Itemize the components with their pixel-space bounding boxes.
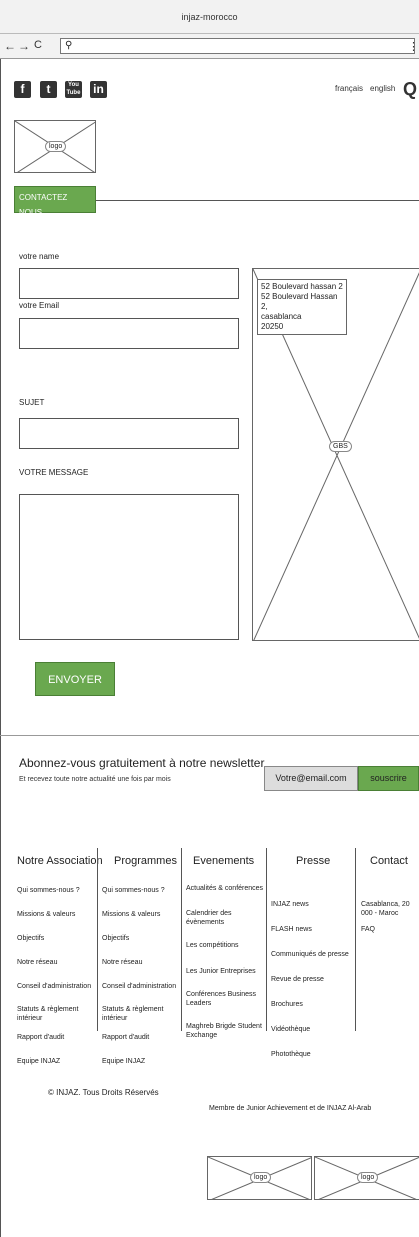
logo-label: logo bbox=[357, 1172, 379, 1183]
newsletter-title: Abonnez-vous gratuitement à notre newsle… bbox=[19, 756, 265, 770]
subject-label: SUJET bbox=[19, 398, 45, 407]
footer-col-title: Contact bbox=[370, 855, 408, 867]
subject-field[interactable] bbox=[19, 418, 239, 449]
tab-contact[interactable]: CONTACTEZ NOUS bbox=[14, 186, 96, 217]
footer-link[interactable]: Notre réseau bbox=[17, 958, 95, 967]
footer-link[interactable]: FLASH news bbox=[271, 925, 355, 934]
newsletter-email-input[interactable]: Votre@email.com bbox=[264, 766, 358, 791]
footer-col-title: Notre Association bbox=[17, 855, 103, 867]
footer-divider bbox=[355, 848, 356, 1031]
map-label: GBS bbox=[329, 441, 352, 452]
address-line: casablanca bbox=[261, 312, 302, 321]
footer-divider bbox=[97, 848, 98, 1031]
linkedin-icon[interactable]: in bbox=[90, 81, 107, 98]
send-button[interactable]: ENVOYER bbox=[35, 662, 115, 696]
footer-link[interactable]: Vidéothèque bbox=[271, 1025, 355, 1034]
footer-link[interactable]: INJAZ news bbox=[271, 900, 355, 909]
footer-col-title: Presse bbox=[296, 855, 331, 867]
footer-col-title: Programmes bbox=[114, 855, 177, 867]
footer-link[interactable]: Les Junior Entreprises bbox=[186, 967, 266, 976]
footer-link[interactable]: Equipe INJAZ bbox=[17, 1057, 95, 1066]
back-button[interactable]: ← bbox=[4, 39, 16, 53]
logo-label: logo bbox=[45, 141, 67, 152]
footer-divider bbox=[181, 848, 182, 1031]
footer-link[interactable]: Rapport d'audit bbox=[17, 1033, 95, 1042]
address-line: 52 Boulevard Hassan 2, bbox=[261, 292, 338, 311]
footer-link[interactable]: Actualités & conférences bbox=[186, 884, 266, 893]
lang-english-link[interactable]: english bbox=[370, 84, 395, 93]
divider bbox=[0, 735, 419, 736]
address-line: 20250 bbox=[261, 322, 284, 331]
address-bar[interactable]: ⚲ bbox=[60, 38, 415, 54]
footer-link[interactable]: Missions & valeurs bbox=[17, 910, 95, 919]
browser-navbar: ← → C ⚲ ⋮ bbox=[0, 34, 419, 59]
footer-link[interactable]: Conseil d'administration bbox=[17, 982, 95, 991]
footer-link[interactable]: Brochures bbox=[271, 1000, 355, 1009]
footer-link[interactable]: Equipe INJAZ bbox=[102, 1057, 180, 1066]
reload-button[interactable]: C bbox=[34, 39, 42, 51]
menu-handle-icon[interactable]: ⋮ bbox=[408, 40, 419, 53]
footer-link[interactable]: Calendrier des évènements bbox=[186, 909, 266, 927]
footer-link[interactable]: Les compétitions bbox=[186, 941, 266, 950]
footer-link[interactable]: Photothèque bbox=[271, 1050, 355, 1059]
name-field[interactable] bbox=[19, 268, 239, 299]
subscribe-button[interactable]: souscrire bbox=[358, 766, 419, 791]
name-label: votre name bbox=[19, 252, 60, 261]
footer-link[interactable]: Qui sommes-nous ? bbox=[102, 886, 180, 895]
footer-link[interactable]: Rapport d'audit bbox=[102, 1033, 180, 1042]
footer-link[interactable]: Revue de presse bbox=[271, 975, 355, 984]
footer-contact-address: Casablanca, 20 000 - Maroc bbox=[361, 901, 410, 917]
copyright: © INJAZ. Tous Droits Réservés bbox=[48, 1088, 159, 1097]
forward-button[interactable]: → bbox=[18, 39, 30, 53]
partner-logo[interactable]: logo bbox=[207, 1156, 312, 1200]
email-field[interactable] bbox=[19, 318, 239, 349]
footer-col-title: Evenements bbox=[193, 855, 255, 867]
search-icon: ⚲ bbox=[65, 40, 73, 51]
footer-link[interactable]: Objectifs bbox=[102, 934, 180, 943]
footer-link[interactable]: Conseil d'administration bbox=[102, 982, 180, 991]
membership-text: Membre de Junior Achievement et de INJAZ… bbox=[209, 1105, 372, 1112]
window-title: injaz-morocco bbox=[0, 0, 419, 34]
footer-link[interactable]: Communiqués de presse bbox=[271, 950, 355, 959]
search-icon[interactable]: Q bbox=[403, 79, 417, 100]
message-field[interactable] bbox=[19, 494, 239, 640]
email-label: votre Email bbox=[19, 301, 60, 310]
facebook-icon[interactable]: f bbox=[14, 81, 31, 98]
message-label: VOTRE MESSAGE bbox=[19, 468, 89, 477]
newsletter-subtitle: Et recevez toute notre actualité une foi… bbox=[19, 776, 171, 783]
footer-divider bbox=[266, 848, 267, 1031]
footer-link[interactable]: Objectifs bbox=[17, 934, 95, 943]
map-address: 52 Boulevard hassan 2 52 Boulevard Hassa… bbox=[257, 279, 347, 335]
logo-label: logo bbox=[250, 1172, 272, 1183]
footer-link[interactable]: Statuts & règlement intérieur bbox=[102, 1005, 180, 1023]
footer-link[interactable]: Notre réseau bbox=[102, 958, 180, 967]
twitter-icon[interactable]: t bbox=[40, 81, 57, 98]
logo[interactable]: logo bbox=[14, 120, 96, 173]
footer-link[interactable]: FAQ bbox=[361, 925, 419, 934]
address-line: 52 Boulevard hassan 2 bbox=[261, 282, 343, 291]
lang-french-link[interactable]: français bbox=[335, 84, 363, 93]
footer-link[interactable]: Missions & valeurs bbox=[102, 910, 180, 919]
youtube-icon[interactable]: You Tube bbox=[65, 81, 82, 98]
footer-link[interactable]: Statuts & règlement intérieur bbox=[17, 1005, 95, 1023]
footer-link[interactable]: Conférences Business Leaders bbox=[186, 990, 266, 1008]
footer-link[interactable]: Qui sommes-nous ? bbox=[17, 886, 95, 895]
tab-divider bbox=[96, 200, 419, 201]
partner-logo[interactable]: logo bbox=[314, 1156, 419, 1200]
footer-link[interactable]: Maghreb Brigde Student Exchange bbox=[186, 1022, 266, 1040]
